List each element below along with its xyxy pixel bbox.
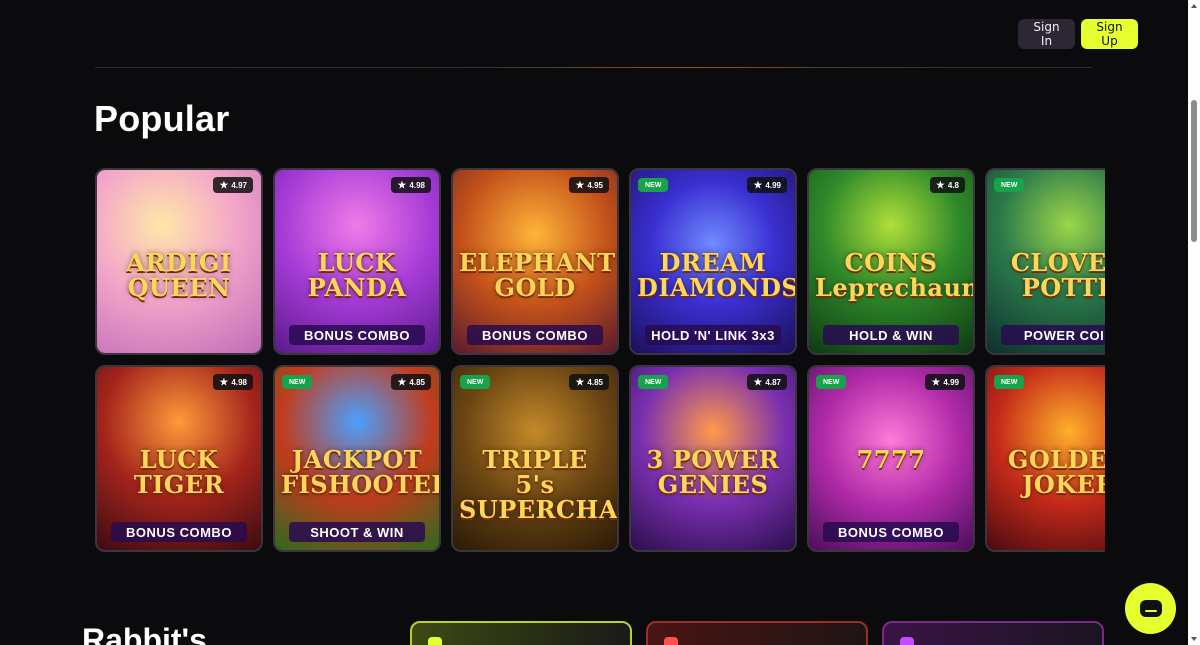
game-subtitle: POWER COIN [1001,325,1105,345]
star-icon [753,180,763,189]
game-subtitle: BONUS COMBO [111,522,247,542]
star-icon [397,377,407,386]
new-badge: NEW [638,178,669,192]
star-icon [936,180,945,189]
section-title: Popular [94,98,230,139]
rating-value: 4.98 [409,180,425,190]
rating-value: 4.99 [765,180,781,190]
new-badge: NEW [282,375,313,389]
star-icon [931,377,941,386]
game-card[interactable]: TRIPLE 5's SUPERCHARGED NEW 4.85 [451,365,619,552]
rating-badge: 4.95 [569,177,609,193]
rating-badge: 4.98 [213,374,253,390]
rating-value: 4.87 [765,377,781,387]
game-title: TRIPLE 5's SUPERCHARGED [459,445,618,524]
page: Sign In Sign Up Popular ARDIGI QUEEN 4.97… [0,0,1200,645]
rating-value: 4.97 [231,180,247,190]
rating-badge: 4.85 [391,374,431,390]
game-title: 3 POWER GENIES [646,445,780,499]
scroll-up-icon[interactable] [1191,4,1197,8]
game-card[interactable]: COINS Leprechaun HOLD & WIN 4.8 [807,168,975,355]
new-badge: NEW [638,375,669,389]
rating-badge: 4.99 [925,374,965,390]
game-grid: ARDIGI QUEEN 4.97 LUCK PANDA BONUS COMBO 4.9… [95,168,1105,553]
star-icon [219,377,229,386]
game-title: COINS Leprechaun [815,248,975,302]
star-icon [397,180,407,189]
rating-badge: 4.98 [391,177,431,193]
rating-badge: 4.85 [569,374,609,390]
game-subtitle: HOLD & WIN [823,325,959,345]
game-title: ELEPHANT'S GOLD [459,248,617,302]
header-divider [95,67,1092,68]
game-card[interactable]: 3 POWER GENIES NEW 4.87 [629,365,797,552]
chat-support-button[interactable] [1125,583,1176,634]
rating-value: 4.85 [587,377,603,387]
game-card[interactable]: ELEPHANT'S GOLD BONUS COMBO 4.95 [451,168,619,355]
new-badge: NEW [994,375,1025,389]
scroll-down-icon[interactable] [1191,637,1197,641]
category-tab-1[interactable] [410,621,632,645]
sign-in-button[interactable]: Sign In [1018,19,1075,49]
category-tab-2[interactable] [646,621,868,645]
game-subtitle: BONUS COMBO [289,325,425,345]
game-title: CLOVER POTTE [1010,248,1105,302]
game-card[interactable]: CLOVER POTTE POWER COIN NEW [985,168,1105,355]
game-title: LUCK PANDA [307,248,407,302]
header-actions: Sign In Sign Up [1018,19,1138,49]
rating-badge: 4.99 [747,177,787,193]
category-icon [900,637,914,645]
game-title: JACKPOT FISHOOTER [281,445,441,499]
rating-value: 4.99 [943,377,959,387]
category-icon [428,637,442,645]
game-card[interactable]: ARDIGI QUEEN 4.97 [95,168,263,355]
game-title: DREAM DIAMONDS [637,248,797,302]
rating-badge: 4.97 [213,177,253,193]
game-card[interactable]: JACKPOT FISHOOTER SHOOT & WIN NEW 4.85 [273,365,441,552]
star-icon [219,180,229,189]
category-tab-3[interactable] [882,621,1104,645]
new-badge: NEW [816,375,847,389]
game-card[interactable]: 7777 BONUS COMBO NEW 4.99 [807,365,975,552]
rating-value: 4.8 [947,180,959,190]
rating-value: 4.95 [587,180,603,190]
rating-badge: 4.87 [747,374,787,390]
game-card[interactable]: LUCK TIGER BONUS COMBO 4.98 [95,365,263,552]
rating-value: 4.98 [231,377,247,387]
game-card[interactable]: LUCK PANDA BONUS COMBO 4.98 [273,168,441,355]
game-subtitle: BONUS COMBO [467,325,603,345]
rating-badge: 4.8 [929,177,965,193]
new-badge: NEW [460,375,491,389]
star-icon [575,180,585,189]
new-badge: NEW [994,178,1025,192]
sign-up-button[interactable]: Sign Up [1081,19,1138,49]
scrollbar[interactable] [1188,0,1200,645]
rating-value: 4.85 [409,377,425,387]
game-card[interactable]: GOLDEN JOKER NEW [985,365,1105,552]
bottom-section-title: Rabbit's [82,622,207,645]
category-icon [664,637,678,645]
scrollbar-thumb[interactable] [1191,100,1197,242]
game-subtitle: BONUS COMBO [823,522,959,542]
game-title: GOLDEN JOKER [1007,445,1105,499]
game-subtitle: HOLD 'N' LINK 3x3 [645,325,781,345]
chat-icon [1139,600,1162,617]
star-icon [753,377,763,386]
game-title: 7777 [856,445,926,474]
game-card[interactable]: DREAM DIAMONDS HOLD 'N' LINK 3x3 NEW 4.99 [629,168,797,355]
game-title: ARDIGI QUEEN [126,248,232,302]
star-icon [575,377,585,386]
game-subtitle: SHOOT & WIN [289,522,425,542]
game-title: LUCK TIGER [133,445,225,499]
